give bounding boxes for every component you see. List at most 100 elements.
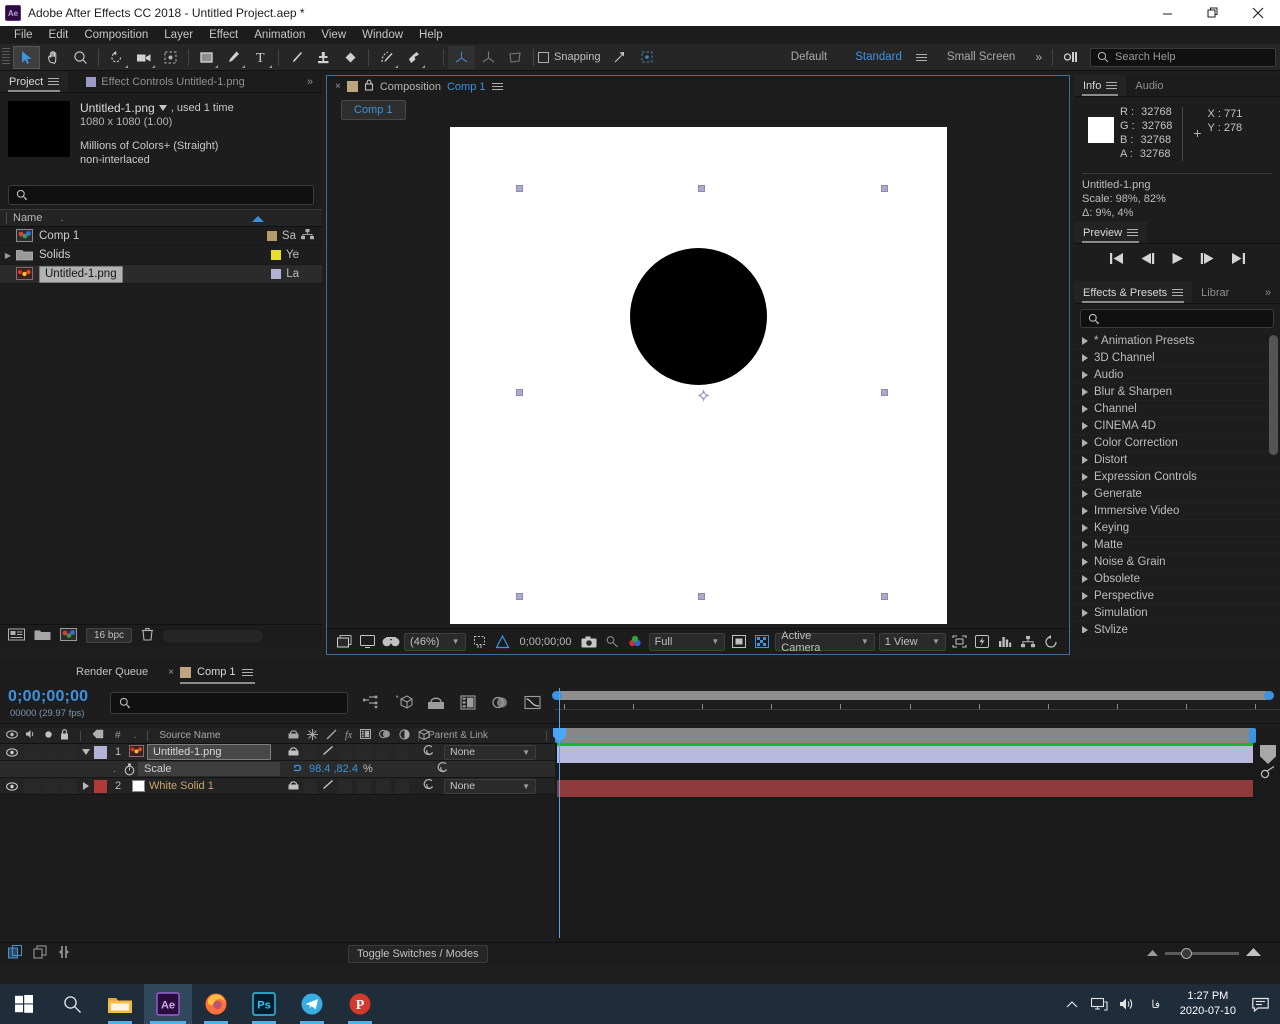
toggle-switches-modes-icon[interactable] — [8, 945, 23, 962]
tab-libraries[interactable]: Librar — [1192, 282, 1238, 303]
effects-panel-menu-icon[interactable] — [1172, 287, 1184, 298]
frame-blending-icon[interactable] — [458, 692, 478, 712]
timeline-zoom-slider-thumb[interactable] — [1181, 948, 1192, 959]
selection-handle-bl[interactable] — [515, 593, 523, 600]
menu-edit[interactable]: Edit — [41, 26, 77, 44]
comp-panel-menu-icon[interactable] — [491, 81, 503, 92]
timeline-track-area[interactable] — [553, 688, 1280, 942]
fx-category-stylize[interactable]: Stylize — [1074, 622, 1280, 633]
layer-lock-toggle[interactable] — [60, 778, 77, 794]
resolution-select[interactable]: Full ▼ — [648, 632, 726, 651]
toggle-transparency-grid-icon[interactable] — [335, 633, 354, 651]
layer-twirl-icon[interactable] — [78, 749, 94, 755]
fx-category-color-correction[interactable]: Color Correction — [1074, 435, 1280, 452]
fx-category-channel[interactable]: Channel — [1074, 401, 1280, 418]
clock[interactable]: 1:27 PM 2020-07-10 — [1170, 989, 1246, 1019]
menu-view[interactable]: View — [313, 26, 354, 44]
sort-ascending-icon[interactable] — [252, 216, 264, 222]
snapping-checkbox[interactable] — [538, 51, 549, 63]
column-name-label[interactable]: Name — [13, 212, 42, 224]
toolbar-grip[interactable] — [2, 48, 10, 66]
lock-icon[interactable] — [364, 79, 374, 94]
tab-effects-presets[interactable]: Effects & Presets — [1074, 282, 1193, 303]
menu-file[interactable]: File — [6, 26, 41, 44]
layer-frame-blend-switch[interactable] — [357, 778, 371, 794]
menu-animation[interactable]: Animation — [246, 26, 313, 44]
current-time-display[interactable]: 0;00;00;00 — [8, 688, 88, 706]
show-snapshot-icon[interactable] — [603, 633, 622, 651]
bit-depth-button[interactable]: 16 bpc — [86, 628, 133, 643]
source-name-header[interactable]: Source Name — [159, 730, 220, 741]
reset-exposure-icon[interactable] — [1042, 633, 1061, 651]
magnification-select[interactable]: (46%) ▼ — [404, 632, 466, 651]
search-icon[interactable] — [48, 984, 96, 1024]
pixel-aspect-correction-icon[interactable] — [950, 633, 969, 651]
project-row-solids[interactable]: ▶ Solids Ye — [0, 246, 322, 265]
pen-tool[interactable] — [220, 46, 247, 69]
delete-icon[interactable] — [141, 627, 154, 644]
project-row-comp1[interactable]: Comp 1 Sa — [0, 227, 322, 246]
tab-audio[interactable]: Audio — [1126, 75, 1172, 96]
composition-canvas[interactable] — [449, 127, 947, 624]
transparency-checker-icon[interactable] — [752, 633, 771, 651]
selection-handle-mr[interactable] — [880, 389, 888, 396]
zoom-tool[interactable] — [67, 46, 94, 69]
project-row-label[interactable]: Untitled-1.png — [39, 265, 123, 283]
info-panel-menu-icon[interactable] — [1106, 80, 1118, 91]
menu-window[interactable]: Window — [354, 26, 411, 44]
pan-behind-tool[interactable] — [157, 46, 184, 69]
selection-handle-bc[interactable] — [697, 593, 705, 600]
selection-handle-tr[interactable] — [880, 185, 888, 192]
clone-stamp-tool[interactable] — [310, 46, 337, 69]
show-channel-icon[interactable] — [626, 633, 645, 651]
file-explorer-icon[interactable] — [96, 984, 144, 1024]
new-folder-icon[interactable] — [34, 628, 51, 644]
view-axis-mode-icon[interactable] — [502, 46, 529, 69]
item-dropdown-icon[interactable] — [158, 105, 167, 111]
fx-category-3d-channel[interactable]: 3D Channel — [1074, 350, 1280, 367]
type-tool[interactable]: T — [247, 46, 274, 69]
parent-pickwhip-icon[interactable] — [422, 778, 435, 794]
row-label-color[interactable] — [271, 269, 282, 279]
last-frame-button[interactable] — [1231, 252, 1246, 268]
next-frame-button[interactable] — [1200, 252, 1215, 268]
fx-category-generate[interactable]: Generate — [1074, 486, 1280, 503]
layer-effects-switch[interactable] — [338, 778, 352, 794]
fx-category-noise-grain[interactable]: Noise & Grain — [1074, 554, 1280, 571]
zoom-out-timeline-icon[interactable] — [1146, 948, 1159, 960]
world-axis-mode-icon[interactable] — [475, 46, 502, 69]
timeline-zoom-slider[interactable] — [1165, 948, 1239, 959]
layer-collapse-switch[interactable] — [303, 744, 317, 760]
current-time-indicator[interactable] — [553, 688, 566, 938]
fx-category-matte[interactable]: Matte — [1074, 537, 1280, 554]
region-preview-icon[interactable] — [729, 633, 748, 651]
layer-marker-icon[interactable] — [1260, 745, 1276, 764]
layer-quality-switch[interactable] — [322, 745, 334, 759]
layer-shy-switch[interactable] — [288, 780, 299, 793]
fx-category-simulation[interactable]: Simulation — [1074, 605, 1280, 622]
fx-category-expression-controls[interactable]: Expression Controls — [1074, 469, 1280, 486]
effects-search-input[interactable] — [1080, 309, 1274, 328]
work-area-end-handle[interactable] — [1249, 728, 1256, 743]
previous-frame-button[interactable] — [1140, 252, 1155, 268]
layer-adjustment-switch[interactable] — [395, 778, 409, 794]
menu-composition[interactable]: Composition — [76, 26, 156, 44]
notifications-icon[interactable] — [1246, 997, 1274, 1012]
fast-previews-icon[interactable] — [973, 633, 992, 651]
interpret-footage-icon[interactable] — [8, 628, 25, 644]
resize-gripper-icon[interactable] — [58, 945, 70, 962]
minimize-button[interactable] — [1145, 0, 1190, 26]
toggle-mask-paths-icon[interactable] — [358, 633, 377, 651]
selection-handle-ml[interactable] — [515, 389, 523, 396]
preview-panel-menu-icon[interactable] — [1127, 227, 1139, 238]
stretch-handle-icon[interactable] — [1260, 765, 1277, 783]
graph-editor-icon[interactable] — [522, 692, 542, 712]
views-select[interactable]: 1 View ▼ — [878, 632, 946, 651]
fx-category-keying[interactable]: Keying — [1074, 520, 1280, 537]
link-scale-icon[interactable] — [290, 763, 304, 776]
layer-quality-switch[interactable] — [322, 779, 334, 793]
workspace-overflow-icon[interactable]: » — [1029, 50, 1048, 64]
toggle-switches-modes-button[interactable]: Toggle Switches / Modes — [348, 944, 488, 963]
comp-breadcrumb-chip[interactable]: Comp 1 — [341, 100, 406, 120]
row-label-color[interactable] — [270, 250, 281, 260]
